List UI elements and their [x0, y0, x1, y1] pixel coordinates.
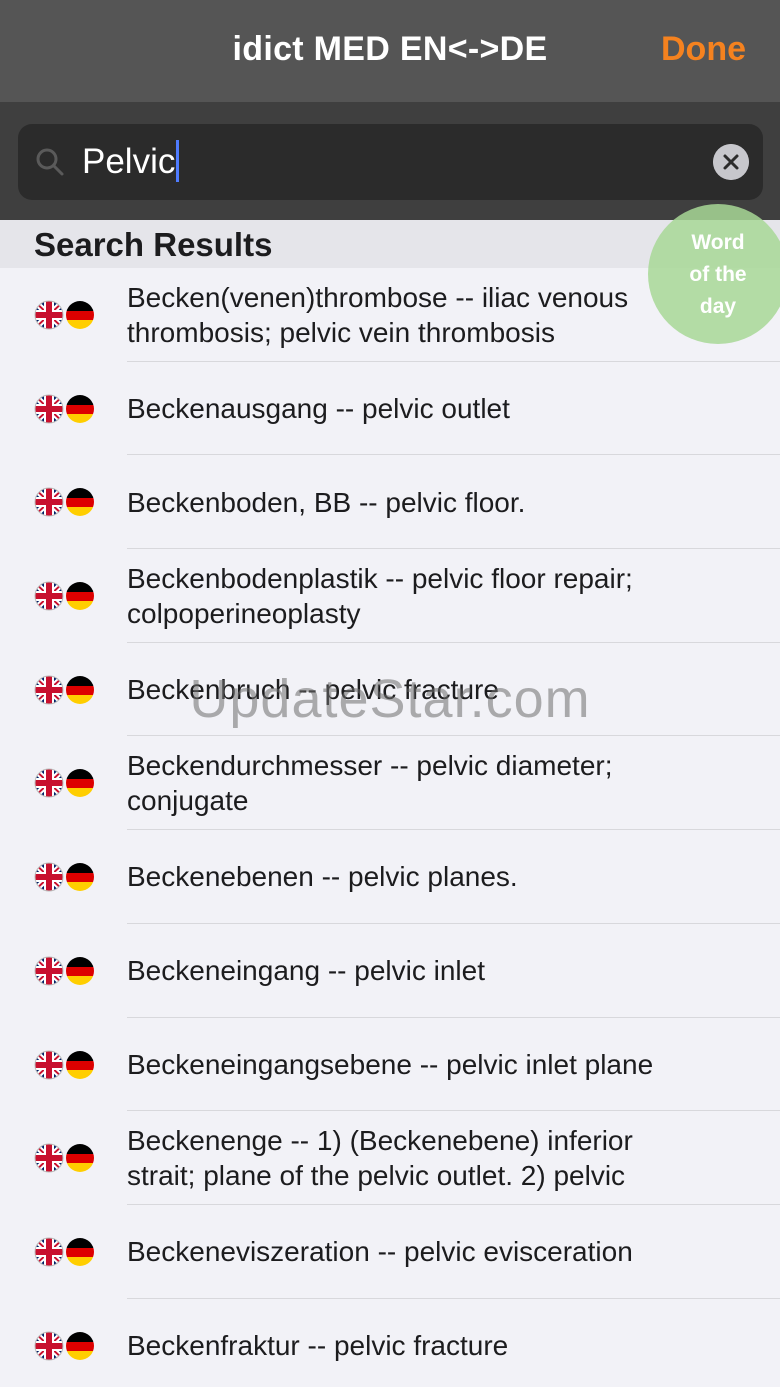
uk-de-flags-icon [34, 1237, 94, 1267]
uk-de-flags-icon [34, 1143, 94, 1173]
wotd-line-2: of the [689, 263, 747, 286]
results-list[interactable]: Becken(venen)thrombose -- iliac venous t… [0, 268, 780, 1387]
navigation-bar: idict MED EN<->DE Done [0, 0, 780, 102]
uk-de-flags-icon [34, 1050, 94, 1079]
result-row[interactable]: Beckeneingang -- pelvic inlet [0, 924, 780, 1018]
wotd-line-3: day [699, 295, 737, 318]
uk-de-flags-icon [34, 956, 94, 986]
uk-de-flags-icon [34, 300, 94, 330]
result-text: Beckeneingangsebene -- pelvic inlet plan… [127, 1048, 654, 1080]
result-text: Beckenausgang -- pelvic outlet [127, 393, 510, 425]
result-text: Beckenboden, BB -- pelvic floor. [127, 486, 526, 518]
search-field[interactable]: Pelvic [18, 124, 763, 200]
result-text: Beckenebenen -- pelvic planes. [127, 861, 518, 893]
result-text: Beckenbruch -- pelvic fracture [127, 674, 499, 706]
done-button[interactable]: Done [661, 30, 746, 69]
search-icon [36, 148, 64, 176]
result-row[interactable]: Beckenenge -- 1) (Beckenebene) inferior … [0, 1111, 780, 1205]
result-row[interactable]: Beckenebenen -- pelvic planes. [0, 830, 780, 924]
clear-search-icon[interactable] [713, 144, 749, 180]
uk-de-flags-icon [34, 768, 94, 798]
result-text: Beckenfraktur -- pelvic fracture [127, 1329, 509, 1361]
result-row[interactable]: Beckenbruch -- pelvic fracture [0, 643, 780, 737]
wotd-line-1: Word [691, 231, 745, 254]
result-text: Beckeneviszeration -- pelvic evisceratio… [127, 1236, 633, 1268]
search-input[interactable]: Pelvic [82, 139, 180, 184]
result-text: Beckenenge -- 1) (Beckenebene) inferior … [127, 1125, 633, 1192]
result-text: Beckeneingang -- pelvic inlet [127, 955, 485, 987]
uk-de-flags-icon [34, 1331, 94, 1361]
result-row[interactable]: Beckenbodenplastik -- pelvic floor repai… [0, 549, 780, 643]
result-row[interactable]: Beckenausgang -- pelvic outlet [0, 362, 780, 456]
uk-de-flags-icon [34, 862, 94, 892]
result-text: Becken(venen)thrombose -- iliac venous t… [127, 281, 629, 348]
uk-de-flags-icon [34, 487, 94, 517]
result-text: Beckenbodenplastik -- pelvic floor repai… [127, 562, 633, 629]
result-text: Beckendurchmesser -- pelvic diameter; co… [127, 750, 613, 817]
search-bar-container: Pelvic [0, 102, 780, 220]
search-input-value: Pelvic [82, 142, 176, 181]
uk-de-flags-icon [34, 675, 94, 705]
result-row[interactable]: Beckenfraktur -- pelvic fracture [0, 1299, 780, 1387]
result-row[interactable]: Beckeneviszeration -- pelvic evisceratio… [0, 1205, 780, 1299]
uk-de-flags-icon [34, 394, 94, 424]
word-of-the-day-button[interactable]: Word of the day [648, 204, 780, 344]
uk-de-flags-icon [34, 581, 94, 611]
result-row[interactable]: Beckendurchmesser -- pelvic diameter; co… [0, 736, 780, 831]
section-title: Search Results [34, 226, 273, 263]
text-caret [176, 139, 180, 182]
result-row[interactable]: Beckenboden, BB -- pelvic floor. [0, 455, 780, 550]
result-row[interactable]: Beckeneingangsebene -- pelvic inlet plan… [0, 1018, 780, 1112]
